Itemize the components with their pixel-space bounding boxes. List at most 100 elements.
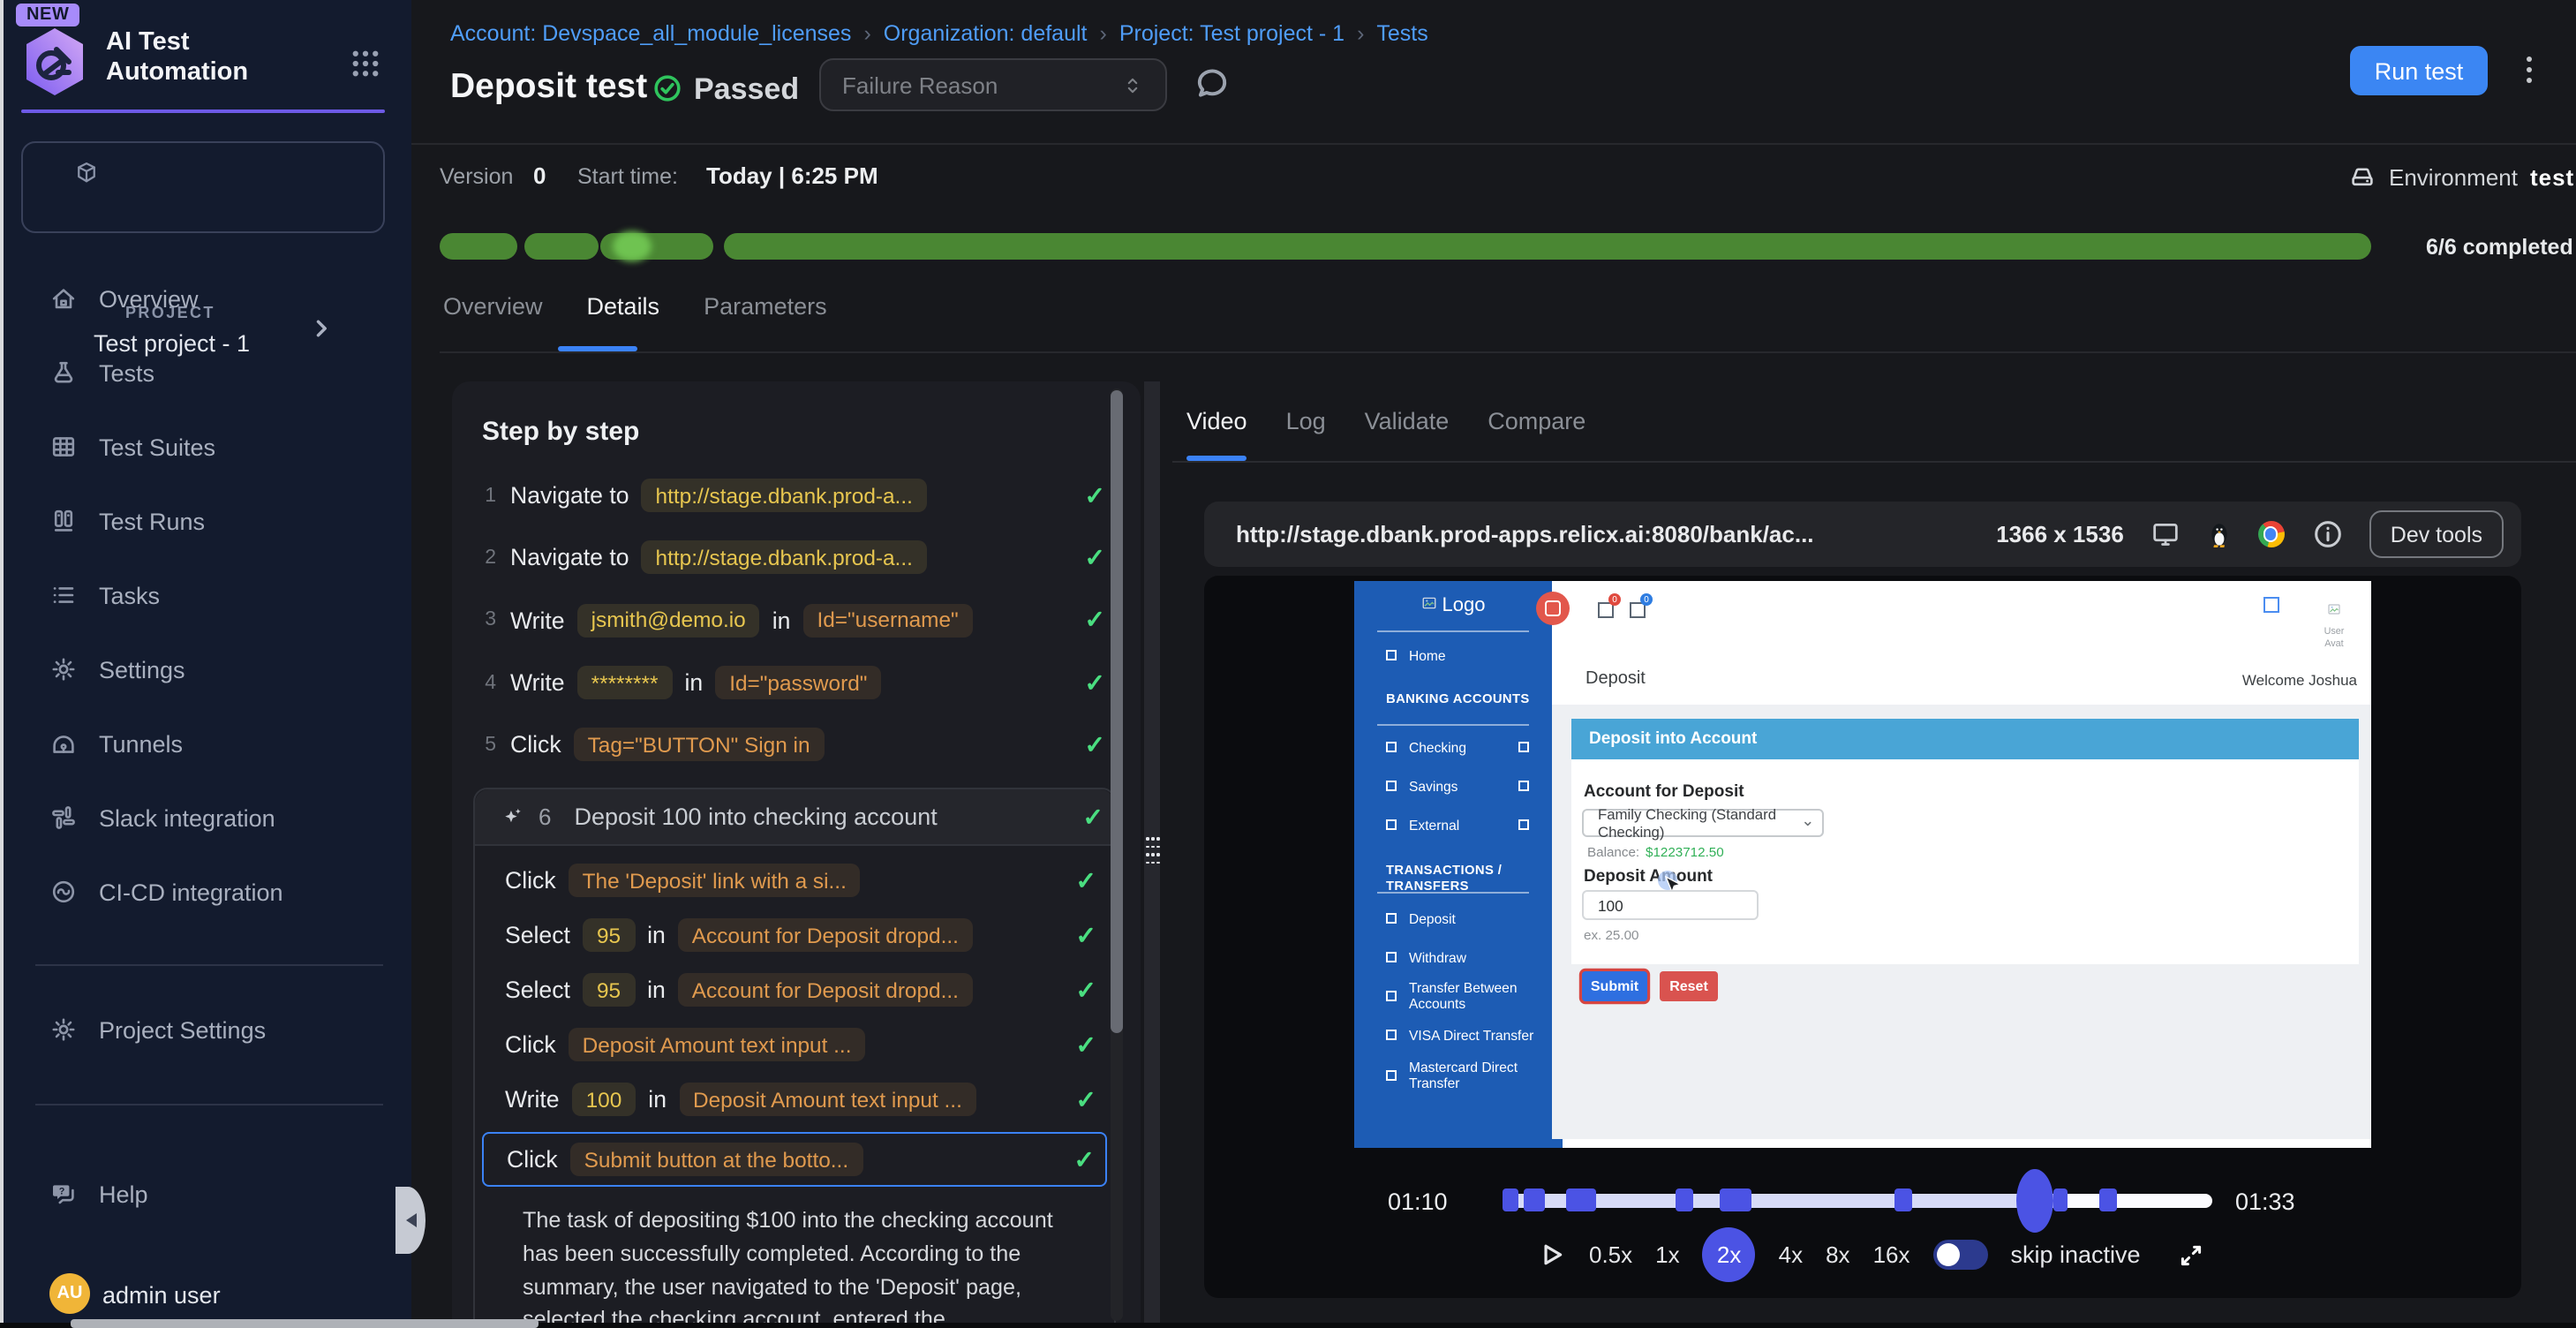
dev-tools-button[interactable]: Dev tools bbox=[2369, 510, 2504, 558]
timeline-marker[interactable] bbox=[2099, 1189, 2117, 1212]
bank-nav-visa-direct-transfer[interactable]: VISA Direct Transfer bbox=[1354, 1021, 1552, 1049]
run-test-button[interactable]: Run test bbox=[2350, 46, 2488, 95]
speed-option[interactable]: 1x bbox=[1655, 1241, 1679, 1268]
failure-reason-select[interactable]: Failure Reason bbox=[819, 58, 1167, 111]
sidebar-item-help[interactable]: ? Help bbox=[4, 1157, 415, 1231]
splitter-drag-handle-icon[interactable] bbox=[1146, 837, 1160, 864]
tab-validate[interactable]: Validate bbox=[1365, 408, 1450, 434]
sidebar-item-overview[interactable]: Overview bbox=[4, 261, 415, 336]
breadcrumb-segment[interactable]: Project: Test project - 1 bbox=[1119, 21, 1344, 46]
progress-segment[interactable] bbox=[440, 233, 516, 260]
bank-nav-home[interactable]: Home bbox=[1354, 641, 1552, 669]
timeline-marker[interactable] bbox=[1894, 1189, 1912, 1212]
step-row[interactable]: 5ClickTag="BUTTON" Sign in✓ bbox=[473, 713, 1116, 776]
substep-row[interactable]: Select95inAccount for Deposit dropd...✓ bbox=[482, 963, 1107, 1018]
sidebar-nav: Overview Tests Test Suites Test Runs Tas… bbox=[4, 261, 415, 929]
skip-inactive-toggle[interactable] bbox=[1933, 1240, 1988, 1270]
monitor-icon[interactable] bbox=[2150, 519, 2181, 549]
speed-option[interactable]: 4x bbox=[1779, 1241, 1803, 1268]
speed-option-active[interactable]: 2x bbox=[1703, 1227, 1756, 1282]
more-options-kebab-icon[interactable] bbox=[2527, 57, 2534, 88]
sidebar-item-label: Help bbox=[99, 1181, 148, 1207]
timeline-marker[interactable] bbox=[1676, 1189, 1693, 1212]
bank-nav-mastercard-direct-transfer[interactable]: Mastercard Direct Transfer bbox=[1354, 1061, 1552, 1090]
apps-grid-icon[interactable] bbox=[350, 48, 381, 79]
timeline-marker[interactable] bbox=[2053, 1189, 2068, 1212]
sidebar-item-test-runs[interactable]: Test Runs bbox=[4, 484, 415, 558]
bank-checkbox-icon[interactable] bbox=[2263, 597, 2279, 613]
bank-nav-deposit[interactable]: Deposit bbox=[1354, 904, 1552, 932]
breadcrumb-segment[interactable]: Tests bbox=[1376, 21, 1427, 46]
breadcrumb-segment[interactable]: Organization: default bbox=[884, 21, 1088, 46]
sidebar-item-tunnels[interactable]: Tunnels bbox=[4, 706, 415, 781]
sidebar-item-ci-cd-integration[interactable]: CI-CD integration bbox=[4, 855, 415, 929]
bank-nav-external[interactable]: External bbox=[1354, 811, 1552, 839]
reset-button[interactable]: Reset bbox=[1660, 971, 1718, 1001]
breadcrumb-segment[interactable]: Account: Devspace_all_module_licenses bbox=[450, 21, 851, 46]
user-name[interactable]: admin user bbox=[102, 1282, 221, 1309]
progress-segment[interactable] bbox=[724, 233, 2370, 260]
bottom-scrollbar[interactable] bbox=[71, 1319, 539, 1328]
bank-nav-withdraw[interactable]: Withdraw bbox=[1354, 943, 1552, 971]
tab-video[interactable]: Video bbox=[1186, 408, 1247, 434]
speed-option[interactable]: 16x bbox=[1873, 1241, 1910, 1268]
fullscreen-icon[interactable] bbox=[2178, 1241, 2206, 1269]
step-number: 3 bbox=[473, 609, 496, 630]
timeline-marker[interactable] bbox=[1720, 1189, 1751, 1212]
submit-button[interactable]: Submit bbox=[1582, 971, 1647, 1001]
avatar[interactable]: AU bbox=[49, 1273, 90, 1314]
deposit-amount-input[interactable]: 100 bbox=[1582, 890, 1759, 920]
substep-row[interactable]: ClickThe 'Deposit' link with a si...✓ bbox=[482, 854, 1107, 909]
step-row[interactable]: 2Navigate tohttp://stage.dbank.prod-a...… bbox=[473, 527, 1116, 590]
browser-url[interactable]: http://stage.dbank.prod-apps.relicx.ai:8… bbox=[1236, 521, 1814, 547]
substep-row[interactable]: ClickDeposit Amount text input ...✓ bbox=[482, 1018, 1107, 1073]
substep-row[interactable]: Write100inDeposit Amount text input ...✓ bbox=[482, 1073, 1107, 1128]
step-action: Click bbox=[507, 1147, 558, 1173]
step-row[interactable]: 3Writejsmith@demo.ioinId="username"✓ bbox=[473, 589, 1116, 652]
video-timeline[interactable] bbox=[1503, 1194, 2212, 1208]
bank-nav-transfer-between-accounts[interactable]: Transfer Between Accounts bbox=[1354, 982, 1552, 1010]
speed-option[interactable]: 0.5x bbox=[1589, 1241, 1632, 1268]
sidebar-item-tests[interactable]: Tests bbox=[4, 336, 415, 410]
steps-scrollbar-thumb[interactable] bbox=[1111, 390, 1123, 1033]
progress-segment[interactable] bbox=[523, 233, 598, 260]
account-select[interactable]: Family Checking (Standard Checking) bbox=[1582, 809, 1824, 837]
bank-user-avatar-broken[interactable]: User Avat bbox=[2311, 590, 2357, 651]
timeline-marker[interactable] bbox=[1503, 1189, 1518, 1212]
tab-details[interactable]: Details bbox=[587, 293, 660, 320]
selected-substep[interactable]: ClickSubmit button at the botto...✓ bbox=[482, 1133, 1107, 1188]
sidebar-item-slack-integration[interactable]: Slack integration bbox=[4, 781, 415, 855]
project-selector[interactable]: PROJECT Test project - 1 bbox=[21, 141, 385, 233]
sidebar-item-test-suites[interactable]: Test Suites bbox=[4, 410, 415, 484]
tab-parameters[interactable]: Parameters bbox=[704, 293, 827, 320]
sidebar-collapse-handle[interactable] bbox=[395, 1187, 426, 1254]
recording-indicator-icon[interactable] bbox=[1536, 592, 1570, 625]
tab-compare[interactable]: Compare bbox=[1488, 408, 1586, 434]
sidebar-item-tasks[interactable]: Tasks bbox=[4, 558, 415, 632]
tabs-divider bbox=[440, 351, 2576, 353]
comment-icon[interactable] bbox=[1194, 65, 1231, 102]
info-icon[interactable] bbox=[2311, 517, 2345, 551]
bank-logo[interactable]: Logo bbox=[1354, 595, 1552, 616]
substep-row[interactable]: Select95inAccount for Deposit dropd...✓ bbox=[482, 909, 1107, 963]
sidebar-item-settings[interactable]: Settings bbox=[4, 632, 415, 706]
bank-nav-savings[interactable]: Savings bbox=[1354, 772, 1552, 800]
substep-row[interactable]: ClickSubmit button at the botto...✓ bbox=[484, 1135, 1105, 1186]
speed-option[interactable]: 8x bbox=[1826, 1241, 1849, 1268]
project-cube-icon bbox=[74, 161, 99, 185]
browser-url-bar: http://stage.dbank.prod-apps.relicx.ai:8… bbox=[1204, 502, 2521, 567]
step-row[interactable]: 4Write********inId="password"✓ bbox=[473, 652, 1116, 714]
timeline-marker[interactable] bbox=[1566, 1189, 1596, 1212]
play-icon[interactable] bbox=[1536, 1240, 1566, 1270]
timeline-scrubber[interactable] bbox=[2015, 1169, 2053, 1233]
bank-banner: Deposit into Account bbox=[1571, 719, 2359, 759]
tab-overview[interactable]: Overview bbox=[443, 293, 543, 320]
step-group-header[interactable]: 6 Deposit 100 into checking account✓ bbox=[475, 790, 1114, 847]
step-row[interactable]: 1Navigate tohttp://stage.dbank.prod-a...… bbox=[473, 464, 1116, 527]
step-connector: in bbox=[772, 607, 791, 633]
sidebar-item-project-settings[interactable]: Project Settings bbox=[4, 992, 415, 1067]
tab-log[interactable]: Log bbox=[1286, 408, 1326, 434]
bank-nav-checking[interactable]: Checking bbox=[1354, 733, 1552, 761]
timeline-marker[interactable] bbox=[1524, 1189, 1545, 1212]
sidebar-divider bbox=[35, 964, 383, 966]
